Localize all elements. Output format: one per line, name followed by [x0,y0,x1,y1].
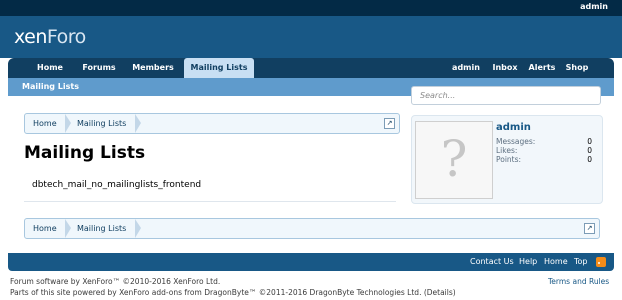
breadcrumb-separator [135,114,141,133]
breadcrumb-bottom: Home Mailing Lists ↗ [24,218,600,239]
question-avatar-icon: ? [440,130,468,188]
no-mailinglists-message: dbtech_mail_no_mailinglists_frontend [32,180,202,190]
subnav-mailing-lists[interactable]: Mailing Lists [22,82,79,91]
top-bar: admin [0,0,622,16]
navbar: Home Forums Members Mailing Lists admin … [8,58,614,79]
footer-home[interactable]: Home [544,257,568,266]
breadcrumb-home[interactable]: Home [33,114,57,133]
footer-top[interactable]: Top [574,257,588,266]
jump-icon[interactable]: ↗ [584,223,595,234]
nav-shop[interactable]: Shop [563,58,591,78]
stat-label-messages: Messages: [496,137,536,146]
footer-bar: Contact Us Help Home Top [8,253,614,271]
visitor-username[interactable]: admin [496,122,531,133]
tab-mailing-lists[interactable]: Mailing Lists [184,58,254,79]
account-link[interactable]: admin [580,2,608,11]
breadcrumb-separator [65,219,71,238]
stat-value-messages: 0 [587,137,592,146]
logo-text-a: xen [14,26,47,48]
footer-contact-us[interactable]: Contact Us [470,257,514,266]
message-box: dbtech_mail_no_mailinglists_frontend [24,175,396,202]
logo-text-b: Foro [46,26,86,48]
terms-link[interactable]: Terms and Rules [548,277,609,286]
copyright-xenforo: Forum software by XenForo™ ©2010-2016 Xe… [10,277,221,286]
search-input[interactable]: Search... [411,86,601,105]
copyright-dragonbyte: Parts of this site powered by XenForo ad… [10,288,456,297]
footer-help[interactable]: Help [519,257,537,266]
tab-members[interactable]: Members [128,58,178,78]
tab-forums[interactable]: Forums [78,58,120,78]
breadcrumb: Home Mailing Lists ↗ [24,113,400,134]
breadcrumb-separator [65,114,71,133]
stat-value-likes: 0 [587,146,592,155]
breadcrumb-mailing-lists[interactable]: Mailing Lists [77,219,126,238]
jump-icon[interactable]: ↗ [384,118,395,129]
breadcrumb-mailing-lists[interactable]: Mailing Lists [77,114,126,133]
nav-admin[interactable]: admin [448,58,484,78]
header: xenForo [0,16,622,58]
logo[interactable]: xenForo [14,26,86,48]
nav-inbox[interactable]: Inbox [488,58,522,78]
search-placeholder: Search... [420,91,456,100]
nav-alerts[interactable]: Alerts [525,58,559,78]
tab-home[interactable]: Home [30,58,70,78]
stat-label-points: Points: [496,155,522,164]
stat-label-likes: Likes: [496,146,518,155]
page-title: Mailing Lists [24,143,146,163]
rss-icon[interactable] [596,257,606,267]
breadcrumb-separator [135,219,141,238]
breadcrumb-home[interactable]: Home [33,219,57,238]
stat-value-points: 0 [587,155,592,164]
avatar[interactable]: ? [415,121,493,199]
